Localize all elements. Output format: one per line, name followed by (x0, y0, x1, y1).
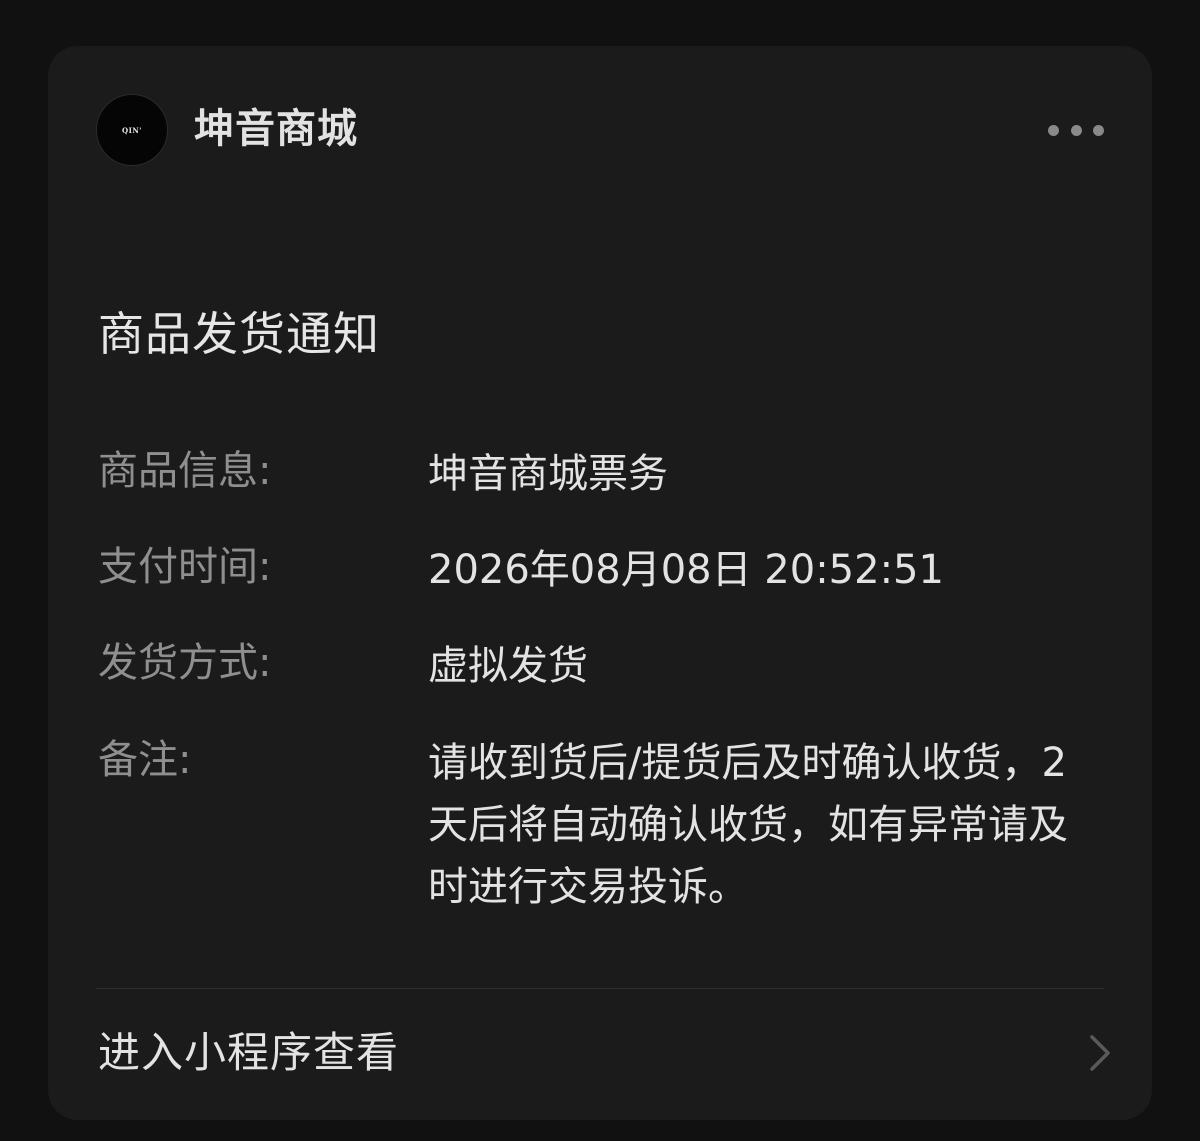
row-value: 2026年08月08日 20:52:51 (428, 547, 944, 593)
notification-card: QIN' 坤音商城 商品发货通知 商品信息: 坤音商城票务 支付时间: 2026… (48, 46, 1152, 1120)
account-name[interactable]: 坤音商城 (194, 104, 358, 154)
open-mini-program-label: 进入小程序查看 (98, 1028, 400, 1077)
chevron-right-icon (1090, 1035, 1110, 1071)
account-avatar[interactable]: QIN' (96, 94, 168, 166)
open-mini-program-link[interactable]: 进入小程序查看 (48, 989, 1152, 1120)
more-dots-icon (1070, 124, 1082, 136)
row-value: 请收到货后/提货后及时确认收货，2天后将自动确认收货，如有异常请及时进行交易投诉… (428, 740, 1068, 910)
notice-title: 商品发货通知 (98, 307, 380, 361)
card-header: QIN' 坤音商城 (96, 94, 1104, 166)
avatar-logo-text: QIN' (122, 125, 142, 135)
row-label: 支付时间: (98, 544, 272, 590)
more-dots-icon (1093, 124, 1104, 136)
more-options-button[interactable] (1048, 116, 1104, 144)
more-dots-icon (1048, 124, 1059, 136)
row-label: 商品信息: (98, 448, 272, 494)
row-label: 备注: (98, 737, 192, 783)
row-value: 坤音商城票务 (428, 451, 668, 497)
row-label: 发货方式: (98, 640, 272, 686)
row-value: 虚拟发货 (428, 643, 588, 689)
